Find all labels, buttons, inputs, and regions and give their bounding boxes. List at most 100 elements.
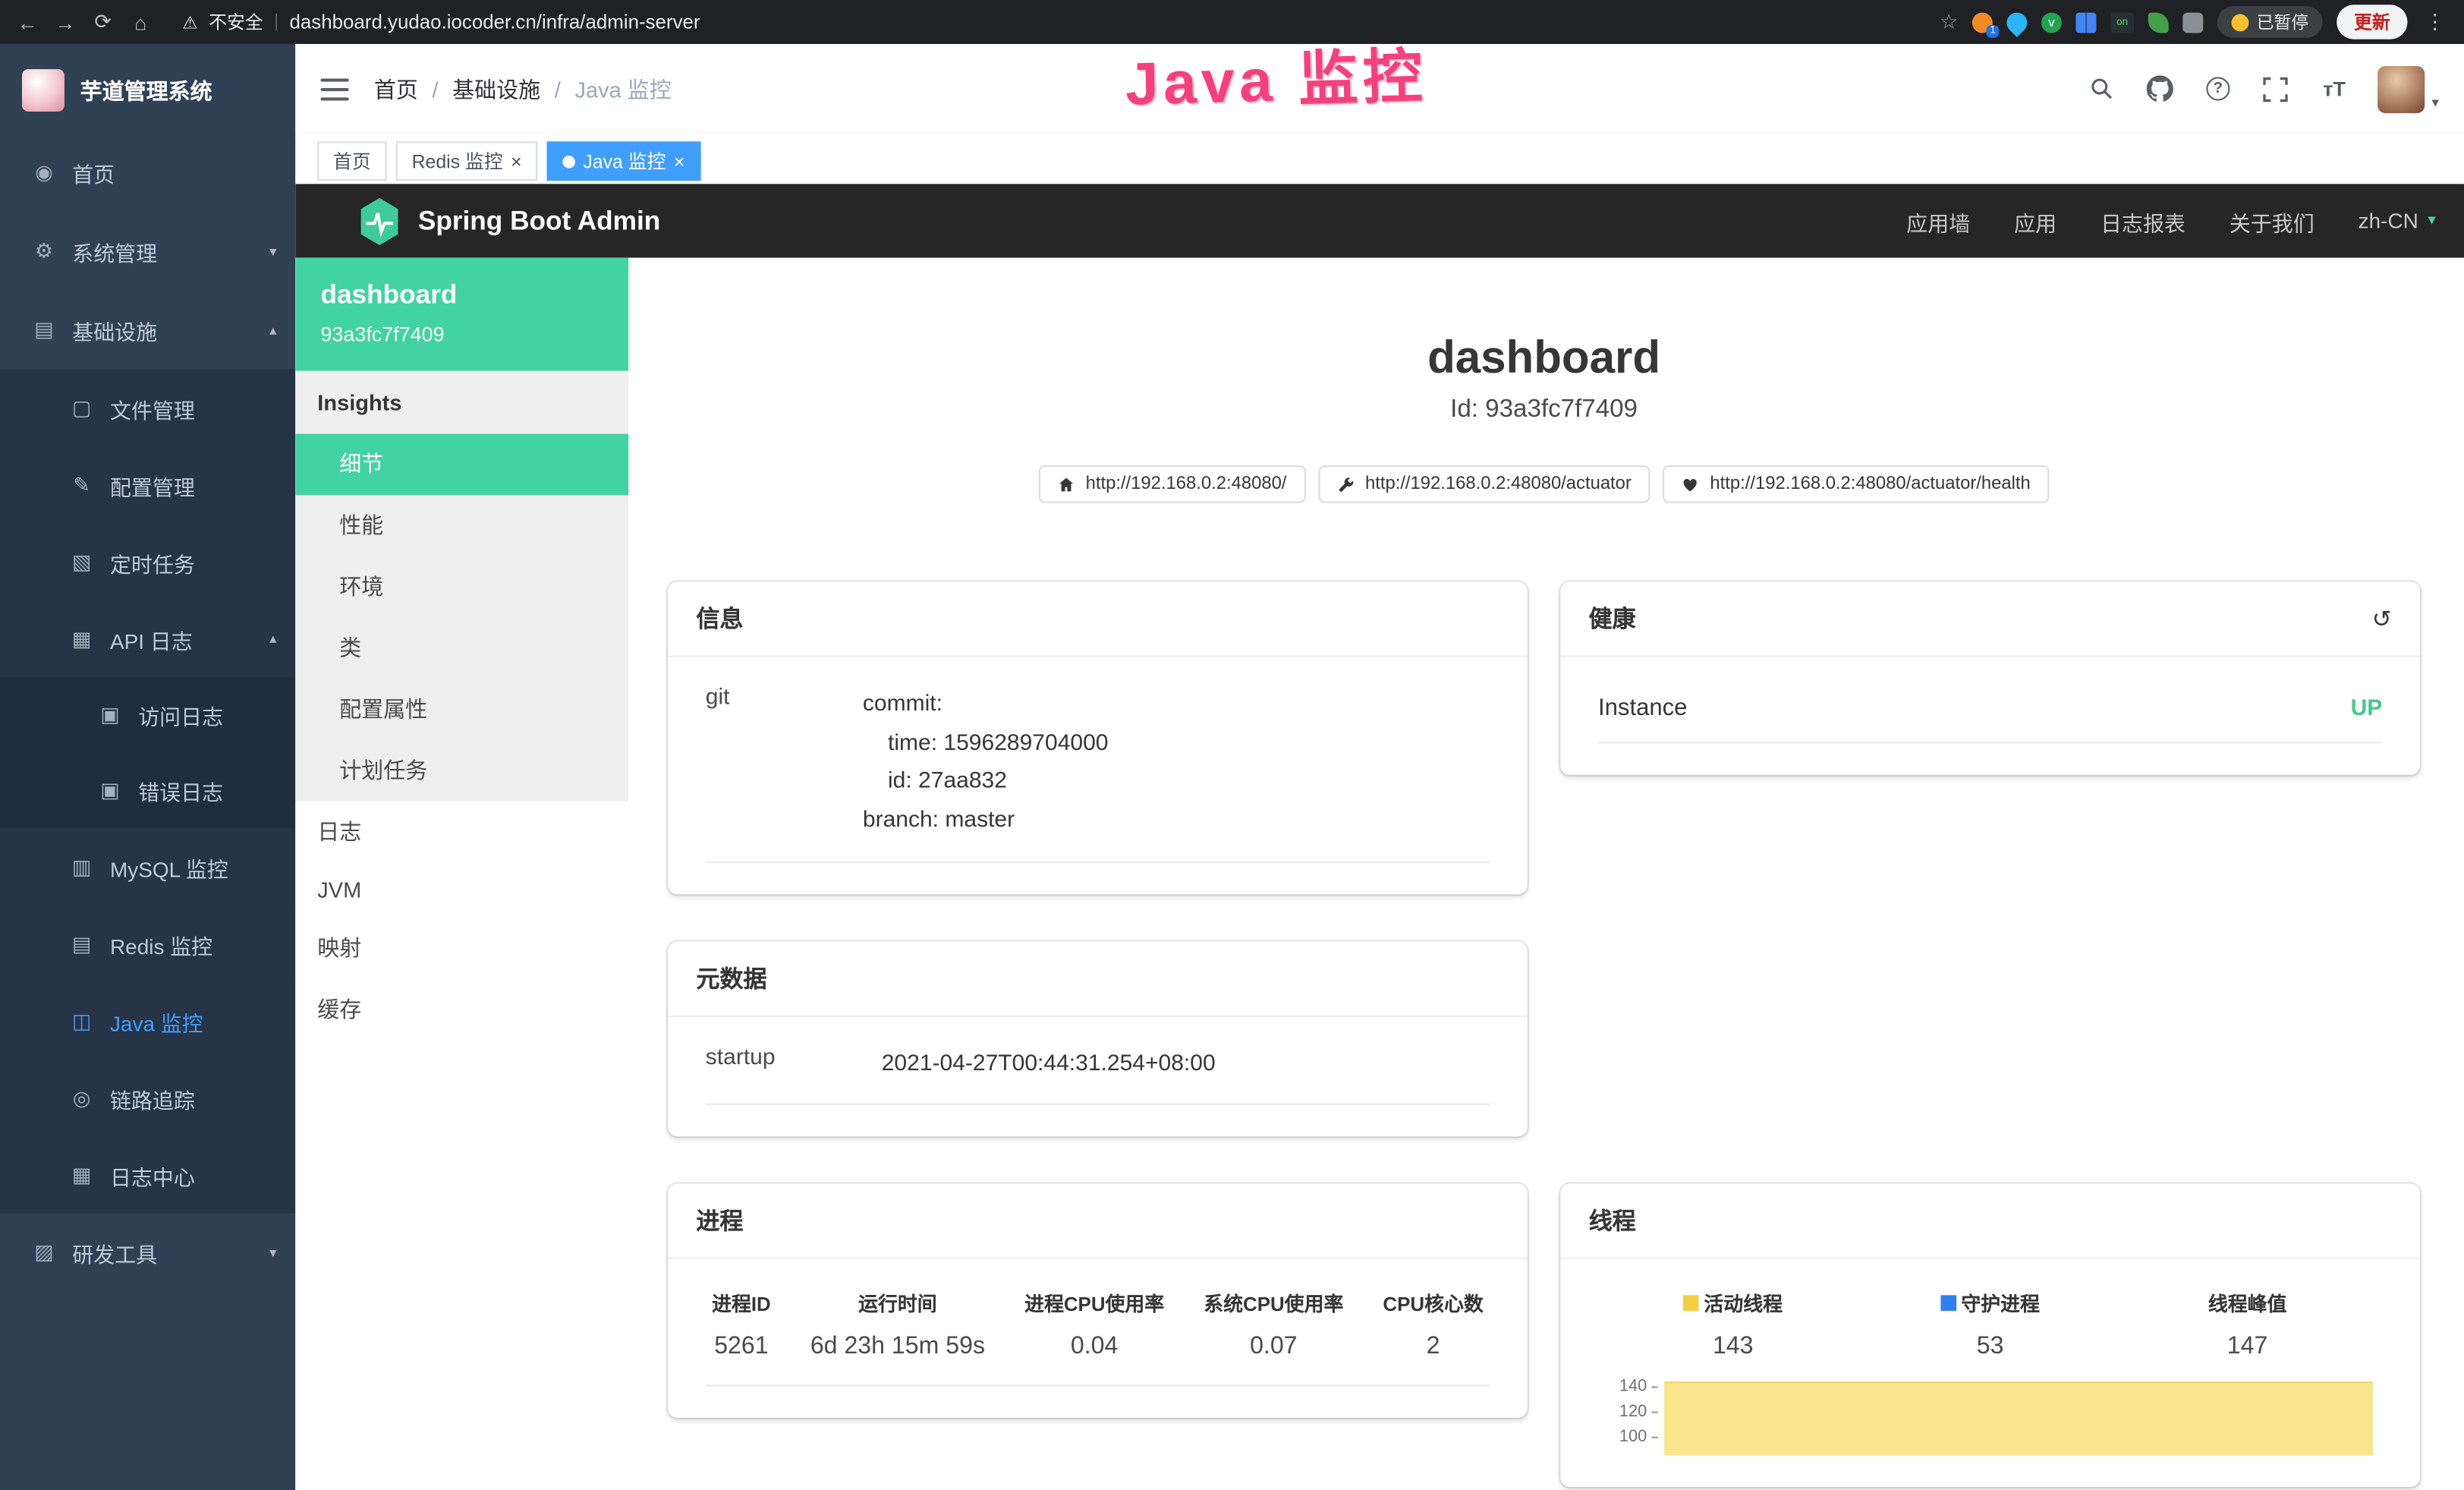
paused-badge[interactable]: 已暂停 (2217, 6, 2323, 37)
font-size-icon[interactable]: тT (2320, 74, 2348, 102)
chart-y-axis: 140 120 100 (1598, 1374, 1658, 1456)
health-card: 健康 ↺ Instance UP (1560, 581, 2420, 775)
breadcrumb: 首页 / 基础设施 / Java 监控 (374, 73, 672, 104)
sidebar-item-jobs[interactable]: ▧定时任务 (0, 524, 295, 600)
fullscreen-icon[interactable] (2262, 74, 2290, 102)
card-title: 进程 (696, 1205, 743, 1237)
stat-value: 0.04 (1024, 1333, 1164, 1361)
breadcrumb-home[interactable]: 首页 (374, 73, 418, 104)
top-navbar: 首页 / 基础设施 / Java 监控 ? (295, 44, 2464, 134)
extension-fox-icon[interactable]: 1 (1972, 12, 1993, 33)
sba-item-env[interactable]: 环境 (295, 556, 628, 618)
service-url-link[interactable]: http://192.168.0.2:48080/ (1038, 465, 1305, 503)
brand[interactable]: 芋道管理系统 (0, 44, 295, 134)
link-label: http://192.168.0.2:48080/actuator/health (1710, 474, 2030, 493)
sba-item-configprops[interactable]: 配置属性 (295, 679, 628, 741)
extension-green-icon[interactable]: v (2041, 12, 2062, 33)
sba-main: dashboard Id: 93a3fc7f7409 http://192.16… (628, 258, 2464, 1490)
sidebar-item-redis[interactable]: ▤Redis 监控 (0, 906, 295, 982)
process-stat: CPU核心数2 (1383, 1287, 1483, 1361)
emoji-face-icon (2232, 14, 2249, 31)
browser-forward-icon[interactable]: → (53, 10, 77, 33)
breadcrumb-infra[interactable]: 基础设施 (452, 73, 540, 104)
sba-instance-header[interactable]: dashboard 93a3fc7f7409 (295, 258, 628, 371)
browser-menu-icon[interactable]: ⋮ (2422, 9, 2448, 34)
log-icon: ▦ (69, 626, 94, 651)
sba-item-mappings[interactable]: 映射 (295, 918, 628, 979)
sidebar-item-java[interactable]: ◫Java 监控 (0, 982, 295, 1059)
sidebar-item-files[interactable]: ▢文件管理 (0, 370, 295, 446)
sidebar-item-mysql[interactable]: ▥MySQL 监控 (0, 828, 295, 905)
sba-nav-wallboard[interactable]: 应用墙 (1906, 205, 1970, 236)
sidebar-item-system[interactable]: ⚙系统管理▾ (0, 213, 295, 291)
sidebar-item-infra[interactable]: ▤基础设施▴ (0, 291, 295, 370)
health-url-link[interactable]: http://192.168.0.2:48080/actuator/health (1663, 465, 2049, 503)
tab-home[interactable]: 首页 (317, 141, 386, 181)
sidebar-item-log-center[interactable]: ▦日志中心 (0, 1136, 295, 1213)
sba-item-details[interactable]: 细节 (295, 434, 628, 496)
sidebar-item-access-log[interactable]: ▣访问日志 (0, 678, 295, 753)
infra-icon: ▤ (31, 317, 56, 342)
sidebar-item-label: Java 监控 (110, 1005, 203, 1036)
sidebar-item-label: 首页 (72, 157, 115, 188)
breadcrumb-current: Java 监控 (574, 73, 671, 104)
extensions-puzzle-icon[interactable] (2182, 12, 2203, 33)
sidebar-item-devtools[interactable]: ▨研发工具▾ (0, 1214, 295, 1293)
sba-item-caches[interactable]: 缓存 (295, 979, 628, 1041)
sidebar-item-trace[interactable]: ◎链路追踪 (0, 1060, 295, 1136)
gear-icon: ⚙ (31, 239, 56, 264)
screen: ← → ⟳ ⌂ ⚠ 不安全 | dashboard.yudao.iocoder.… (0, 0, 2464, 1490)
sba-item-classes[interactable]: 类 (295, 618, 628, 679)
sba-locale-select[interactable]: zh-CN ▾ (2359, 209, 2436, 232)
extension-grid-icon[interactable] (2076, 12, 2097, 33)
metadata-card: 元数据 startup 2021-04-27T00:44:31.254+08:0… (668, 941, 1528, 1137)
process-card: 进程 进程ID5261 运行时间6d 23h 15m 59s 进程CPU使用率0… (668, 1184, 1528, 1419)
browser-home-icon[interactable]: ⌂ (129, 10, 153, 33)
app-sidebar: 芋道管理系统 ◉首页 ⚙系统管理▾ ▤基础设施▴ ▢文件管理 ✎配置管理 ▧定时… (0, 44, 295, 1490)
sidebar-item-api-log[interactable]: ▦API 日志▴ (0, 600, 295, 677)
close-icon[interactable]: × (511, 152, 522, 171)
sidebar-item-error-log[interactable]: ▣错误日志 (0, 753, 295, 828)
user-menu[interactable]: ▾ (2378, 65, 2439, 112)
link-label: http://192.168.0.2:48080/actuator (1365, 474, 1632, 493)
stat-header: 活动线程 (1704, 1287, 1783, 1317)
help-icon[interactable]: ? (2204, 74, 2232, 102)
address-bar[interactable]: ⚠ 不安全 | dashboard.yudao.iocoder.cn/infra… (182, 9, 1925, 34)
stat-value: 147 (2119, 1333, 2376, 1361)
sidebar-item-config[interactable]: ✎配置管理 (0, 446, 295, 523)
browser-reload-icon[interactable]: ⟳ (91, 9, 115, 34)
sba-nav-about[interactable]: 关于我们 (2230, 205, 2315, 236)
close-icon[interactable]: × (674, 152, 685, 171)
github-icon[interactable] (2146, 74, 2174, 102)
y-tick: 120 (1619, 1399, 1658, 1424)
hamburger-icon[interactable] (320, 78, 348, 100)
startup-label: startup (706, 1044, 882, 1083)
actuator-url-link[interactable]: http://192.168.0.2:48080/actuator (1318, 465, 1651, 503)
update-button[interactable]: 更新 (2337, 5, 2407, 39)
help-glyph: ? (2206, 77, 2230, 100)
security-label: 不安全 (209, 9, 263, 34)
history-icon[interactable]: ↺ (2372, 604, 2392, 632)
sba-item-logs[interactable]: 日志 (295, 802, 628, 863)
sba-item-scheduledtasks[interactable]: 计划任务 (295, 740, 628, 802)
sba-nav-journal[interactable]: 日志报表 (2101, 205, 2186, 236)
extension-drop-icon[interactable] (2003, 8, 2031, 36)
chevron-up-icon: ▴ (269, 321, 276, 339)
extension-leaf-icon[interactable] (2148, 12, 2169, 33)
sba-nav: 应用墙 应用 日志报表 关于我们 zh-CN ▾ (1906, 205, 2435, 236)
user-avatar (2378, 65, 2425, 112)
sidebar-item-home[interactable]: ◉首页 (0, 134, 295, 213)
sba-item-jvm[interactable]: JVM (295, 863, 628, 918)
tab-java[interactable]: Java 监控× (547, 141, 700, 181)
tab-redis[interactable]: Redis 监控× (396, 141, 537, 181)
stat-header: 守护进程 (1961, 1287, 2040, 1317)
bookmark-star-icon[interactable]: ☆ (1940, 9, 1958, 34)
sba-nav-applications[interactable]: 应用 (2014, 205, 2056, 236)
search-icon[interactable] (2088, 74, 2116, 102)
extension-on-icon[interactable]: on (2110, 12, 2134, 33)
sba-item-metrics[interactable]: 性能 (295, 495, 628, 556)
page-title: dashboard (668, 333, 2420, 383)
git-commit-line: commit: (863, 685, 1109, 724)
browser-back-icon[interactable]: ← (16, 10, 39, 33)
sidebar-item-label: 系统管理 (72, 236, 157, 267)
